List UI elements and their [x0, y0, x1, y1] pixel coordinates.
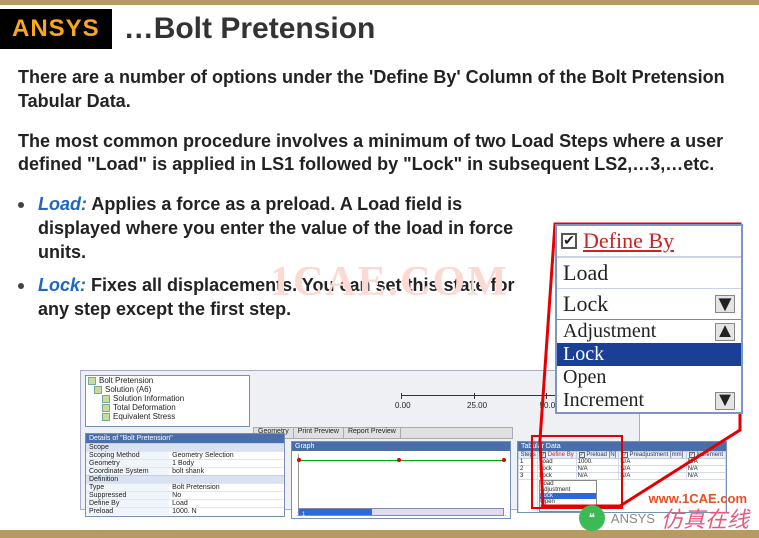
popup-row-lock[interactable]: Lock ▼ — [557, 288, 741, 319]
wechat-icon: ❝ — [579, 505, 605, 531]
paragraph-1: There are a number of options under the … — [18, 66, 741, 114]
popup-option-adjustment[interactable]: Adjustment▲ — [557, 320, 741, 343]
popup-header: ✔ Define By — [557, 226, 741, 257]
table-row[interactable]: 1Load1000.N/AN/A — [519, 459, 726, 466]
popup-header-label: Define By — [583, 228, 674, 254]
graph-point — [502, 458, 506, 462]
popup-option-list: Adjustment▲ Lock Open Increment▼ — [557, 319, 741, 412]
bullet-term-load: Load: — [38, 194, 87, 214]
graph-plot: 1. 2. 3. — [298, 454, 504, 510]
graph-point — [297, 458, 301, 462]
details-row[interactable]: Define ByLoad — [86, 499, 284, 507]
tree-item[interactable]: Equivalent Stress — [86, 412, 249, 421]
graph-point — [397, 458, 401, 462]
details-row[interactable]: Preload1000. N — [86, 507, 284, 515]
load-icon — [88, 377, 96, 385]
bullet-term-lock: Lock: — [38, 275, 86, 295]
footer-url: www.1CAE.com — [649, 490, 747, 508]
ansys-logo: ANSYS — [0, 9, 112, 49]
bullet-dot-icon — [18, 202, 24, 208]
table-row[interactable]: 3LockN/AN/AN/A — [519, 473, 726, 480]
popup-option-open[interactable]: Open — [557, 366, 741, 389]
tree-item[interactable]: Solution Information — [86, 394, 249, 403]
details-header: Details of "Bolt Pretension" — [86, 434, 284, 443]
paragraph-2: The most common procedure involves a min… — [18, 130, 741, 178]
scroll-down-icon[interactable]: ▼ — [715, 392, 735, 410]
details-cat-scope: Scope — [86, 443, 284, 451]
checkbox-icon[interactable]: ✔ — [561, 233, 577, 249]
popup-option-lock[interactable]: Lock — [557, 343, 741, 366]
details-cat-def: Definition — [86, 475, 284, 483]
checkbox-icon[interactable]: ✓ — [689, 452, 695, 458]
tree-item[interactable]: Bolt Pretension — [86, 376, 249, 385]
outline-tree[interactable]: Bolt Pretension Solution (A6) Solution I… — [85, 375, 250, 427]
tab-print-preview[interactable]: Print Preview — [294, 428, 344, 438]
checkbox-icon[interactable]: ✓ — [622, 452, 628, 458]
slide-header: ANSYS …Bolt Pretension — [0, 5, 759, 53]
scroll-up-icon[interactable]: ▲ — [715, 323, 735, 341]
bullet-dot-icon — [18, 283, 24, 289]
graph-step-selector[interactable]: 1 — [298, 508, 504, 516]
table-row[interactable]: 2LockN/AN/AN/A — [519, 466, 726, 473]
tab-report-preview[interactable]: Report Preview — [344, 428, 401, 438]
graph-line — [299, 460, 504, 461]
contour-icon — [102, 413, 110, 421]
graph-panel: Graph 1. 2. 3. 1 — [291, 441, 511, 519]
bullet-text-lock: Fixes all displacements. You can set thi… — [38, 275, 515, 319]
slide-title: …Bolt Pretension — [124, 12, 376, 46]
details-row[interactable]: SuppressedNo — [86, 491, 284, 499]
popup-row-load[interactable]: Load — [557, 257, 741, 288]
bullet-text-load: Applies a force as a preload. A Load fie… — [38, 194, 513, 262]
solution-icon — [94, 386, 102, 394]
view-tabstrip[interactable]: Geometry Print Preview Report Preview — [253, 427, 513, 439]
info-icon — [102, 395, 110, 403]
graph-header: Graph — [292, 442, 510, 451]
details-row[interactable]: TypeBolt Pretension — [86, 483, 284, 491]
details-row[interactable]: Scoping MethodGeometry Selection — [86, 451, 284, 459]
define-by-popup: ✔ Define By Load Lock ▼ Adjustment▲ Lock… — [555, 224, 743, 414]
details-row[interactable]: Geometry1 Body — [86, 459, 284, 467]
details-row-coord[interactable]: Coordinate Systembolt shank — [86, 467, 284, 475]
footer-ansys-label: ANSYS — [611, 511, 655, 526]
dropdown-icon[interactable]: ▼ — [715, 295, 735, 313]
popup-option-increment[interactable]: Increment▼ — [557, 389, 741, 412]
details-panel: Details of "Bolt Pretension" Scope Scopi… — [85, 433, 285, 517]
tabular-header: Tabular Data — [518, 442, 726, 451]
checkbox-icon[interactable]: ✓ — [540, 452, 546, 458]
checkbox-icon[interactable]: ✓ — [579, 452, 585, 458]
tree-item[interactable]: Total Deformation — [86, 403, 249, 412]
tree-item[interactable]: Solution (A6) — [86, 385, 249, 394]
contour-icon — [102, 404, 110, 412]
